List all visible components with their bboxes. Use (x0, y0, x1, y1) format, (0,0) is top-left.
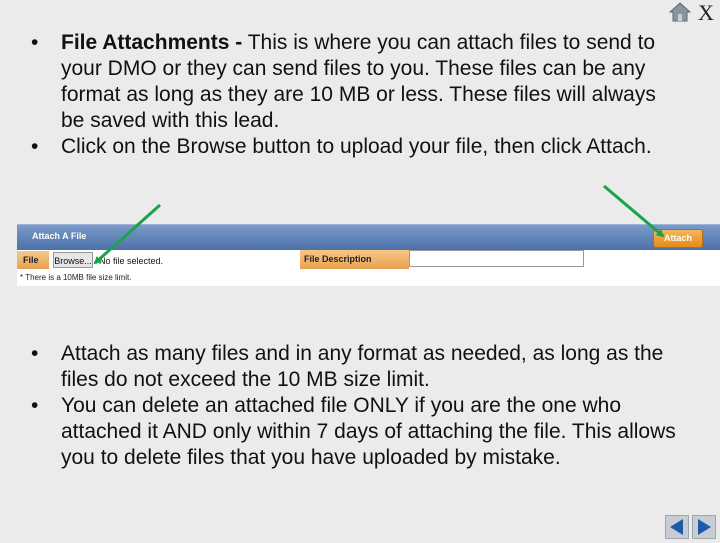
bullet-attach-many: Attach as many files and in any format a… (31, 341, 701, 393)
close-button[interactable]: X (698, 0, 714, 26)
triangle-right-icon (698, 519, 711, 535)
next-slide-button[interactable] (692, 515, 716, 539)
attach-file-panel: Attach A File Attach File Browse... No f… (17, 224, 720, 286)
bullet-browse-instructions: Click on the Browse button to upload you… (31, 134, 681, 160)
previous-slide-button[interactable] (665, 515, 689, 539)
triangle-left-icon (670, 519, 683, 535)
bullet-text: Attach as many files and in any format a… (61, 342, 664, 391)
file-description-label: File Description (300, 250, 409, 269)
bullet-file-attachments: File Attachments - This is where you can… (31, 30, 681, 134)
browse-button[interactable]: Browse... (53, 252, 93, 268)
attach-file-header: Attach A File Attach (17, 224, 720, 250)
bullet-text: You can delete an attached file ONLY if … (61, 394, 676, 469)
bullet-text: Click on the Browse button to upload you… (61, 135, 652, 158)
home-icon[interactable] (669, 2, 691, 22)
no-file-selected-text: No file selected. (99, 256, 164, 266)
bullet-heading: File Attachments - (61, 31, 243, 54)
file-label: File (17, 251, 49, 269)
file-size-limit-note: * There is a 10MB file size limit. (20, 273, 132, 282)
attach-button[interactable]: Attach (653, 229, 703, 248)
bullet-delete-rules: You can delete an attached file ONLY if … (31, 393, 701, 471)
file-description-input[interactable] (409, 250, 584, 267)
bottom-bullet-list: Attach as many files and in any format a… (31, 341, 701, 471)
top-bullet-list: File Attachments - This is where you can… (31, 30, 681, 160)
attach-file-title: Attach A File (32, 231, 87, 241)
